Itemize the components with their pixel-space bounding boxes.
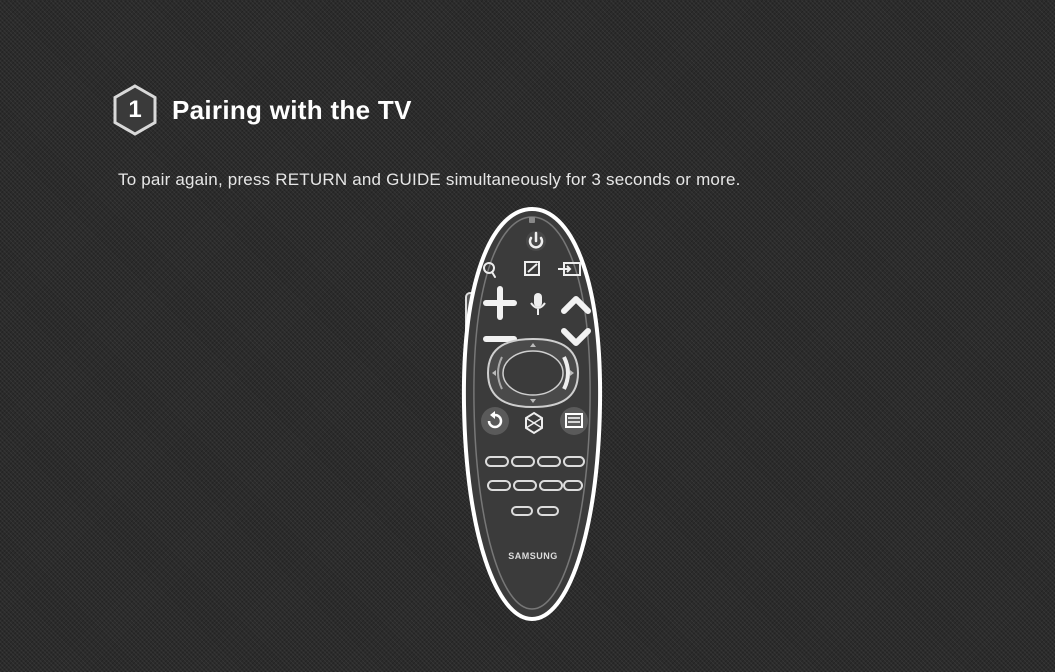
step-title: Pairing with the TV	[172, 94, 412, 125]
instruction-text: To pair again, press RETURN and GUIDE si…	[118, 170, 741, 189]
step-header: 1 Pairing with the TV	[112, 84, 412, 136]
step-number: 1	[128, 96, 142, 123]
pairing-screen: 1 Pairing with the TV To pair again, pre…	[0, 0, 1055, 672]
brand-logo: SAMSUNG	[508, 551, 558, 561]
remote-control: SAMSUNG	[452, 205, 612, 625]
guide-icon[interactable]	[560, 407, 588, 435]
step-badge: 1	[112, 84, 158, 136]
return-icon[interactable]	[481, 407, 509, 435]
power-icon[interactable]	[526, 231, 546, 251]
remote-illustration: SAMSUNG	[461, 206, 603, 622]
touchpad[interactable]	[486, 337, 580, 409]
